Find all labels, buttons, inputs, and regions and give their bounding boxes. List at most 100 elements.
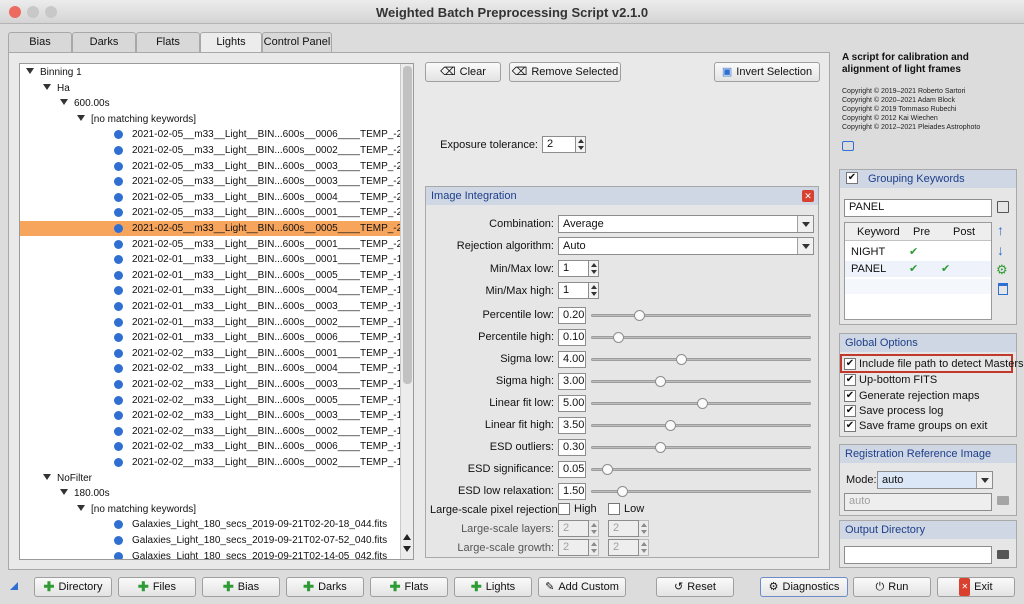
- slider-track[interactable]: [591, 310, 811, 321]
- file-tree[interactable]: Binning 1 Ha 600.00s [no matching keywords]…: [19, 63, 414, 560]
- arrow-up-icon[interactable]: ↑: [997, 222, 1004, 238]
- tab-bias[interactable]: Bias: [8, 32, 72, 52]
- tree-file-item[interactable]: Galaxies_Light_180_secs_2019-09-21T02-20…: [20, 517, 400, 532]
- trash-icon[interactable]: [998, 283, 1008, 295]
- tree-scrollbar[interactable]: [400, 64, 413, 559]
- chevron-down-icon[interactable]: [77, 114, 85, 121]
- chevron-down-icon[interactable]: [60, 99, 68, 106]
- pre-check-icon[interactable]: ✔: [909, 245, 918, 258]
- rejection-algorithm-select[interactable]: Auto: [558, 237, 814, 255]
- large-scale-growth-low-input[interactable]: 2: [608, 539, 639, 556]
- scroll-up-icon[interactable]: [403, 534, 411, 540]
- remove-selected-button[interactable]: ⌫ Remove Selected: [509, 62, 621, 82]
- large-scale-layers-low-spinner[interactable]: [638, 520, 649, 537]
- tree-group-item[interactable]: [no matching keywords]: [20, 112, 400, 127]
- scroll-down-icon[interactable]: [403, 546, 411, 552]
- chevron-down-icon[interactable]: [77, 504, 85, 511]
- slider-track[interactable]: [591, 376, 811, 387]
- tree-file-item[interactable]: 2021-02-05__m33__Light__BIN...600s__0001…: [20, 205, 413, 220]
- minmax-high-input[interactable]: 1: [558, 282, 589, 299]
- generate-rejection-maps-checkbox[interactable]: [844, 390, 856, 402]
- exposure-tolerance-spinner[interactable]: [575, 136, 586, 153]
- tree-group-item[interactable]: NoFilter: [20, 471, 400, 486]
- mode-select[interactable]: auto: [877, 471, 993, 489]
- folder-icon[interactable]: [997, 550, 1009, 559]
- tree-file-item[interactable]: Galaxies_Light_180_secs_2019-09-21T02-07…: [20, 533, 400, 548]
- tree-file-item[interactable]: 2021-02-01__m33__Light__BIN...600s__0001…: [20, 252, 413, 267]
- tree-group-item[interactable]: 600.00s: [20, 96, 400, 111]
- tree-file-item[interactable]: 2021-02-05__m33__Light__BIN...600s__0003…: [20, 159, 413, 174]
- tree-file-item[interactable]: 2021-02-05__m33__Light__BIN...600s__0003…: [20, 174, 413, 189]
- slider-track[interactable]: [591, 354, 811, 365]
- tree-file-item[interactable]: 2021-02-05__m33__Light__BIN...600s__0001…: [20, 237, 413, 252]
- large-scale-high-checkbox[interactable]: [558, 503, 570, 515]
- large-scale-growth-high-input[interactable]: 2: [558, 539, 589, 556]
- tab-darks[interactable]: Darks: [72, 32, 136, 52]
- tree-file-item[interactable]: 2021-02-01__m33__Light__BIN...600s__0006…: [20, 330, 413, 345]
- slider-handle[interactable]: [696, 398, 708, 409]
- add-darks-button[interactable]: ✚ Darks: [286, 577, 364, 597]
- up-bottom-fits-checkbox[interactable]: [844, 374, 856, 386]
- tree-file-item[interactable]: 2021-02-05__m33__Light__BIN...600s__0006…: [20, 127, 413, 142]
- slider-track[interactable]: [591, 442, 811, 453]
- add-bias-button[interactable]: ✚ Bias: [202, 577, 280, 597]
- save-icon[interactable]: [997, 201, 1009, 213]
- large-scale-layers-high-spinner[interactable]: [588, 520, 599, 537]
- combination-select[interactable]: Average: [558, 215, 814, 233]
- post-check-icon[interactable]: ✔: [941, 262, 950, 275]
- tree-file-item[interactable]: 2021-02-02__m33__Light__BIN...600s__0002…: [20, 424, 413, 439]
- tree-file-item[interactable]: Galaxies_Light_180_secs_2019-09-21T02-14…: [20, 549, 400, 559]
- add-flats-button[interactable]: ✚ Flats: [370, 577, 448, 597]
- tab-lights[interactable]: Lights: [200, 32, 262, 53]
- folder-icon[interactable]: [997, 496, 1009, 505]
- slider-value-input[interactable]: 5.00: [558, 395, 586, 412]
- tree-file-item[interactable]: 2021-02-05__m33__Light__BIN...600s__0002…: [20, 143, 413, 158]
- add-files-button[interactable]: ✚ Files: [118, 577, 196, 597]
- save-frame-groups-checkbox[interactable]: [844, 420, 856, 432]
- chevron-down-icon[interactable]: [26, 68, 34, 74]
- chevron-down-icon[interactable]: [43, 83, 51, 90]
- resize-grip-icon[interactable]: [10, 582, 18, 590]
- table-row[interactable]: PANEL ✔ ✔: [845, 261, 991, 277]
- slider-handle[interactable]: [612, 332, 624, 343]
- large-scale-low-checkbox[interactable]: [608, 503, 620, 515]
- large-scale-growth-high-spinner[interactable]: [588, 539, 599, 556]
- slider-value-input[interactable]: 0.05: [558, 461, 586, 478]
- post-column-header[interactable]: Post: [953, 226, 975, 238]
- slider-value-input[interactable]: 1.50: [558, 483, 586, 500]
- slider-track[interactable]: [591, 486, 811, 497]
- slider-value-input[interactable]: 4.00: [558, 351, 586, 368]
- tree-group-item[interactable]: [no matching keywords]: [20, 502, 400, 517]
- slider-track[interactable]: [591, 398, 811, 409]
- tree-file-item[interactable]: 2021-02-02__m33__Light__BIN...600s__0003…: [20, 408, 413, 423]
- diagnostics-button[interactable]: ⚙ Diagnostics: [760, 577, 848, 597]
- slider-handle[interactable]: [654, 442, 666, 453]
- reference-path-input[interactable]: auto: [844, 493, 992, 511]
- large-scale-growth-low-spinner[interactable]: [638, 539, 649, 556]
- slider-track[interactable]: [591, 420, 811, 431]
- slider-handle[interactable]: [675, 354, 687, 365]
- tree-group-item[interactable]: 180.00s: [20, 486, 400, 501]
- keyword-column-header[interactable]: Keyword: [857, 226, 900, 238]
- pre-column-header[interactable]: Pre: [913, 226, 930, 238]
- tree-file-item[interactable]: 2021-02-02__m33__Light__BIN...600s__0002…: [20, 455, 413, 470]
- slider-handle[interactable]: [654, 376, 666, 387]
- add-custom-button[interactable]: ✎ Add Custom: [538, 577, 626, 597]
- minmax-low-spinner[interactable]: [588, 260, 599, 277]
- arrow-down-icon[interactable]: ↓: [997, 242, 1004, 258]
- slider-track[interactable]: [591, 332, 811, 343]
- run-button[interactable]: ⏻ Run: [853, 577, 931, 597]
- chevron-down-icon[interactable]: [43, 473, 51, 480]
- scrollbar-thumb[interactable]: [403, 66, 412, 384]
- minmax-high-spinner[interactable]: [588, 282, 599, 299]
- slider-handle[interactable]: [633, 310, 645, 321]
- tree-group-item[interactable]: Ha: [20, 81, 400, 96]
- tree-file-item[interactable]: 2021-02-02__m33__Light__BIN...600s__0004…: [20, 361, 413, 376]
- tree-file-item[interactable]: 2021-02-05__m33__Light__BIN...600s__0005…: [20, 221, 413, 236]
- chevron-down-icon[interactable]: [60, 489, 68, 496]
- slider-handle[interactable]: [617, 486, 629, 497]
- exposure-tolerance-input[interactable]: 2: [542, 136, 576, 153]
- save-process-log-checkbox[interactable]: [844, 405, 856, 417]
- slider-value-input[interactable]: 0.30: [558, 439, 586, 456]
- close-icon[interactable]: ✕: [802, 190, 814, 202]
